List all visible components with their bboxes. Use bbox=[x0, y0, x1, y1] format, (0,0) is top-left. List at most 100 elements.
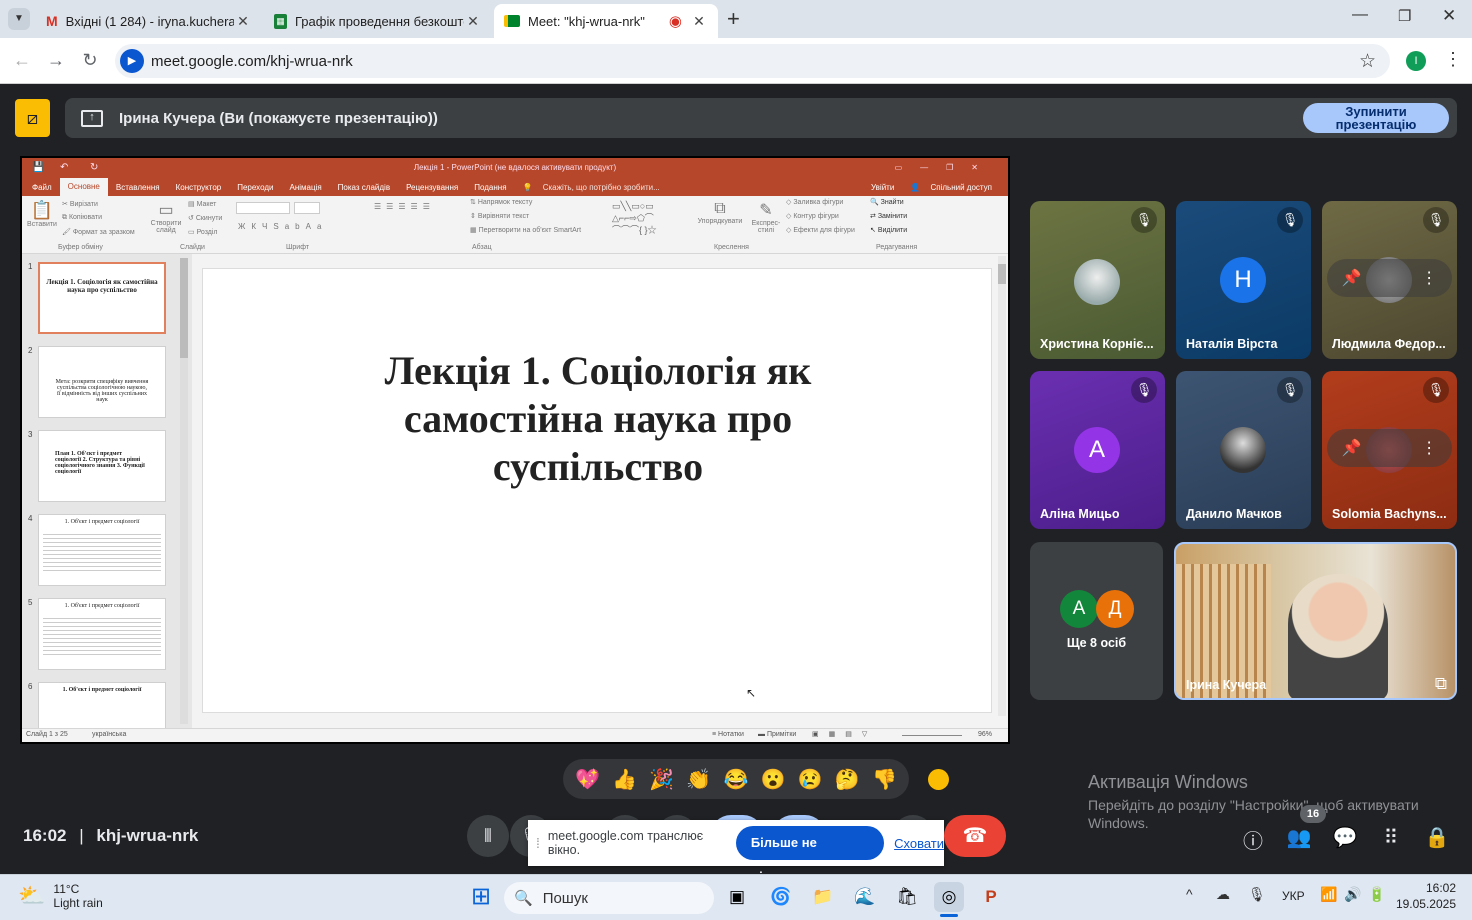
ppt-tab-home[interactable]: Основне bbox=[59, 178, 108, 196]
close-window-button[interactable]: ✕ bbox=[1442, 6, 1456, 26]
slide-thumbnail[interactable]: Мета: розкрити специфіку вивчення суспіл… bbox=[38, 346, 166, 418]
ppt-tab-slideshow[interactable]: Показ слайдів bbox=[330, 183, 398, 192]
crop-icon[interactable]: ⧉ bbox=[1435, 674, 1447, 694]
stop-presenting-button[interactable]: Зупинити презентацію bbox=[1303, 103, 1449, 133]
maximize-button[interactable]: ❐ bbox=[1398, 7, 1411, 25]
back-button[interactable]: ← bbox=[10, 50, 34, 71]
ppt-replace[interactable]: ⇄ Замінити bbox=[870, 212, 907, 220]
ppt-search[interactable]: 💡 Скажіть, що потрібно зробити... bbox=[515, 183, 676, 192]
reaction-laugh-button[interactable]: 😂 bbox=[724, 767, 749, 792]
participant-tile[interactable]: Н 🎙 Наталія Вірста bbox=[1176, 201, 1311, 359]
browser-menu-icon[interactable]: ⋮ bbox=[1444, 49, 1462, 70]
host-controls-icon[interactable]: 🔒 bbox=[1417, 825, 1457, 850]
input-language[interactable]: УКР bbox=[1282, 889, 1305, 903]
windows-start-icon[interactable]: ⊞ bbox=[466, 882, 496, 912]
tab-meet[interactable]: Meet: "khj-wrua-nrk" ◉ ✕ bbox=[494, 4, 718, 38]
forward-button[interactable]: → bbox=[44, 50, 68, 71]
ppt-signin[interactable]: Увійти bbox=[863, 183, 902, 192]
store-icon[interactable]: 🛍 bbox=[892, 882, 922, 912]
slide-thumbnail[interactable]: 1. Об'єкт і предмет соціології bbox=[38, 514, 166, 586]
ppt-section-button[interactable]: ▭ Розділ bbox=[188, 228, 218, 236]
ppt-font-styles[interactable]: ЖКЧSabAa bbox=[238, 222, 327, 231]
ppt-shapes-gallery[interactable]: ▭╲╲▭○▭ △⌐⌐⇨⬠⌒ ⌒⌒⌒{ }☆ bbox=[612, 200, 692, 236]
ppt-font-size-input[interactable] bbox=[294, 202, 320, 214]
weather-widget[interactable]: ⛅ 11°C Light rain bbox=[18, 882, 103, 910]
ppt-shape-effects[interactable]: ◇ Ефекти для фігури bbox=[786, 226, 855, 234]
activities-icon[interactable]: ⠿ bbox=[1371, 825, 1411, 850]
ppt-shape-outline[interactable]: ◇ Контур фігури bbox=[786, 212, 839, 220]
ppt-align-text[interactable]: ⇕ Вирівняти текст bbox=[470, 212, 529, 220]
reaction-thumbsup-button[interactable]: 👍 bbox=[612, 767, 637, 792]
ppt-comments-button[interactable]: ▬ Примітки bbox=[758, 731, 796, 738]
drag-handle-icon[interactable]: ⁞ bbox=[536, 835, 540, 851]
more-options-icon[interactable]: ⋮ bbox=[1421, 268, 1437, 288]
site-info-icon[interactable]: ▶ bbox=[120, 49, 144, 73]
minimize-button[interactable]: — bbox=[1352, 6, 1368, 24]
ppt-reset-button[interactable]: ↺ Скинути bbox=[188, 214, 222, 222]
powerpoint-icon[interactable]: P bbox=[976, 882, 1006, 912]
ppt-cut-button[interactable]: ✂ Вирізати bbox=[62, 200, 98, 208]
slide-canvas[interactable]: Лекція 1. Соціологія як самостійна наука… bbox=[202, 268, 992, 713]
ppt-tab-animations[interactable]: Анімація bbox=[281, 183, 329, 192]
reaction-heart-button[interactable]: 💖 bbox=[575, 767, 600, 792]
ppt-notes-button[interactable]: ≡ Нотатки bbox=[712, 731, 744, 738]
chat-icon[interactable]: 💬 bbox=[1325, 825, 1365, 850]
reload-button[interactable]: ↻ bbox=[78, 50, 102, 71]
ppt-tab-review[interactable]: Рецензування bbox=[398, 183, 466, 192]
participant-tile[interactable]: 📌 ⋮ 🎙 Людмила Федор... bbox=[1322, 201, 1457, 359]
file-explorer-icon[interactable]: 📁 bbox=[808, 882, 838, 912]
reaction-surprised-button[interactable]: 😮 bbox=[761, 767, 786, 792]
ppt-quick-styles-button[interactable]: ✎ Експрес-стилі bbox=[748, 200, 784, 234]
ppt-arrange-button[interactable]: ⧉ Упорядкувати bbox=[696, 200, 744, 225]
leave-call-button[interactable]: ☎ bbox=[944, 815, 1006, 857]
ppt-layout-button[interactable]: ▤ Макет bbox=[188, 200, 216, 208]
ppt-undo-icon[interactable]: ↶ bbox=[60, 158, 68, 178]
ppt-save-icon[interactable]: 💾 bbox=[32, 158, 44, 178]
thumbs-scrollbar[interactable] bbox=[180, 258, 188, 724]
edge-icon[interactable]: 🌊 bbox=[850, 882, 880, 912]
tab-sheets[interactable]: ▦ Графік проведення безкоштов ✕ bbox=[264, 4, 492, 38]
copilot-icon[interactable]: 🌀 bbox=[766, 882, 796, 912]
reaction-thumbsdown-button[interactable]: 👎 bbox=[872, 767, 897, 792]
reaction-sad-button[interactable]: 😢 bbox=[798, 767, 823, 792]
pin-icon[interactable]: 📌 bbox=[1342, 268, 1362, 288]
tab-search-button[interactable]: ▼ bbox=[8, 8, 30, 30]
participant-tile[interactable]: 🎙 Христина Корніє... bbox=[1030, 201, 1165, 359]
close-tab-icon[interactable]: ✕ bbox=[234, 13, 252, 30]
task-view-icon[interactable]: ▣ bbox=[722, 882, 752, 912]
ppt-shape-fill[interactable]: ◇ Заливка фігури bbox=[786, 198, 843, 206]
ppt-tab-design[interactable]: Конструктор bbox=[168, 183, 230, 192]
ppt-tab-insert[interactable]: Вставлення bbox=[108, 183, 168, 192]
volume-icon[interactable]: 🔊 bbox=[1344, 886, 1361, 903]
ppt-select[interactable]: ↖ Виділити bbox=[870, 226, 907, 234]
onedrive-icon[interactable]: ☁ bbox=[1216, 886, 1230, 903]
slide-thumbnail[interactable]: 1. Об'єкт і предмет соціології bbox=[38, 682, 166, 728]
ppt-tab-view[interactable]: Подання bbox=[466, 183, 514, 192]
ppt-redo-icon[interactable]: ↻ bbox=[90, 158, 98, 178]
profile-avatar[interactable]: I bbox=[1406, 51, 1426, 71]
ppt-font-name-input[interactable] bbox=[236, 202, 290, 214]
ppt-zoom-slider[interactable] bbox=[902, 735, 962, 736]
url-input[interactable]: meet.google.com/khj-wrua-nrk bbox=[115, 44, 1390, 78]
taskbar-clock[interactable]: 16:02 19.05.2025 bbox=[1392, 881, 1456, 911]
meeting-info-icon[interactable]: ⓘ bbox=[1233, 825, 1273, 854]
participant-tile[interactable]: 🎙 Данило Мачков bbox=[1176, 371, 1311, 529]
slide-thumbnail[interactable]: 1. Об'єкт і предмет соціології bbox=[38, 598, 166, 670]
hide-banner-link[interactable]: Сховати bbox=[894, 836, 944, 851]
ppt-text-direction[interactable]: ⇅ Напрямок тексту bbox=[470, 198, 532, 206]
slide-title[interactable]: Лекція 1. Соціологія як самостійна наука… bbox=[203, 347, 993, 491]
ppt-smartart[interactable]: ▦ Перетворити на об'єкт SmartArt bbox=[470, 226, 581, 234]
chrome-icon[interactable]: ◎ bbox=[934, 882, 964, 912]
people-icon[interactable]: 👥 bbox=[1279, 825, 1319, 850]
tile-hover-controls[interactable]: 📌 ⋮ bbox=[1327, 429, 1452, 467]
mic-tray-icon[interactable]: 🎙 bbox=[1248, 886, 1266, 903]
wifi-icon[interactable]: 📶 bbox=[1320, 886, 1337, 903]
slide-thumbnail[interactable]: Лекція 1. Соціологія як самостійна наука… bbox=[38, 262, 166, 334]
tile-hover-controls[interactable]: 📌 ⋮ bbox=[1327, 259, 1452, 297]
ppt-zoom-level[interactable]: 96% bbox=[978, 731, 992, 738]
ppt-paste-button[interactable]: 📋 Вставити bbox=[26, 200, 58, 228]
skin-tone-button[interactable] bbox=[928, 769, 949, 790]
taskbar-search[interactable]: 🔍 Пошук bbox=[504, 882, 714, 914]
ppt-language[interactable]: українська bbox=[92, 731, 126, 738]
slide-scrollbar[interactable] bbox=[998, 256, 1006, 716]
